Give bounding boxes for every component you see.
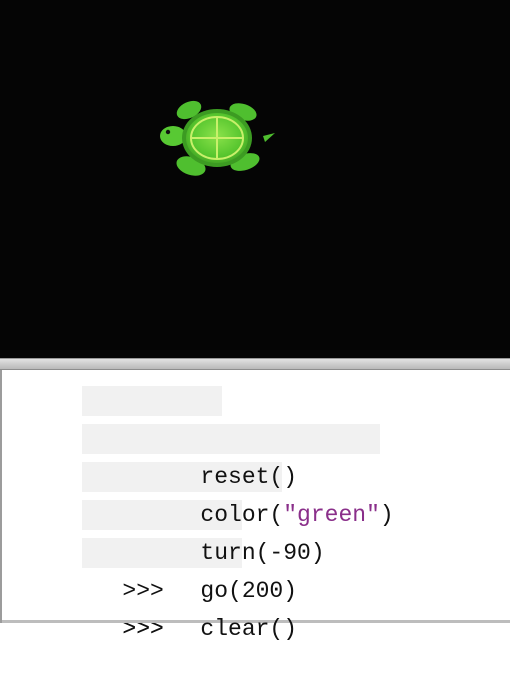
- console-history: >>>reset() >>>color("green") >>> turn(-90…: [12, 382, 502, 642]
- command-text: go(200): [200, 578, 298, 604]
- pane-splitter[interactable]: [0, 358, 510, 370]
- console-line: >>>color("green"): [12, 420, 502, 528]
- turtle-graphics-app: >>>reset() >>>color("green") >>> turn(-90…: [0, 0, 510, 642]
- turtle-icon: [160, 100, 275, 176]
- prompt: >>>: [122, 616, 164, 642]
- console-line: >>>reset(): [12, 382, 502, 490]
- turtle-canvas[interactable]: [0, 0, 510, 358]
- python-shell[interactable]: >>>reset() >>>color("green") >>> turn(-90…: [0, 370, 510, 642]
- command-text: color("green"): [200, 502, 394, 528]
- command-text: turn(-90): [200, 540, 325, 566]
- command-text: reset(): [200, 464, 298, 490]
- command-text: clear(): [200, 616, 298, 642]
